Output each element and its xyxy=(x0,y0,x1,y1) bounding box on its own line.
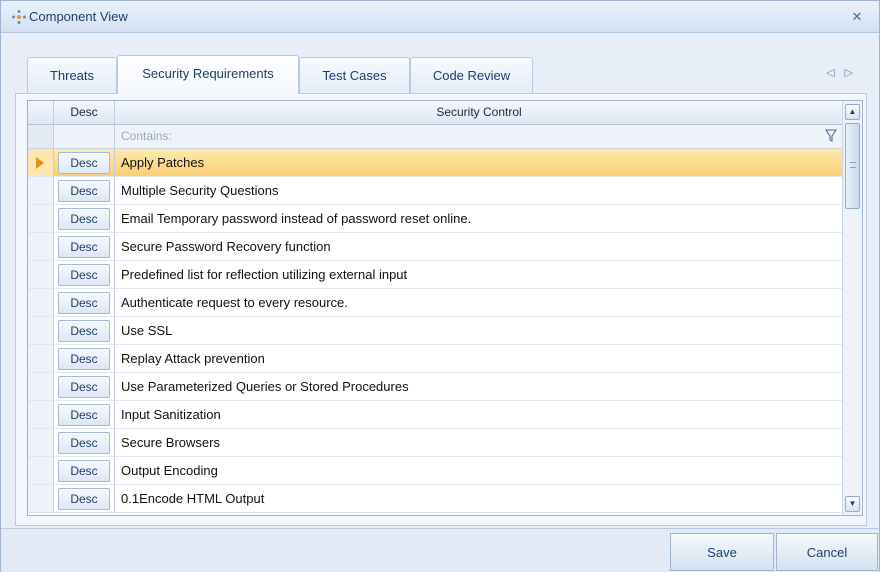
security-control-cell[interactable]: Input Sanitization xyxy=(115,401,843,428)
component-icon xyxy=(12,10,26,24)
desc-cell: Desc xyxy=(54,233,115,260)
tab-strip: Threats Security Requirements Test Cases… xyxy=(27,55,867,94)
security-control-cell[interactable]: 0.1Encode HTML Output xyxy=(115,485,843,512)
desc-cell: Desc xyxy=(54,457,115,484)
row-indicator-cell[interactable] xyxy=(28,289,54,316)
header-desc[interactable]: Desc xyxy=(54,101,115,124)
desc-cell: Desc xyxy=(54,149,115,176)
save-button[interactable]: Save xyxy=(670,533,774,571)
scroll-thumb[interactable] xyxy=(845,123,860,209)
row-indicator-cell[interactable] xyxy=(28,429,54,456)
security-control-cell[interactable]: Multiple Security Questions xyxy=(115,177,843,204)
security-control-cell[interactable]: Output Encoding xyxy=(115,457,843,484)
desc-cell: Desc xyxy=(54,261,115,288)
row-indicator-cell[interactable] xyxy=(28,401,54,428)
desc-button[interactable]: Desc xyxy=(58,487,110,510)
title-bar: Component View ✕ xyxy=(1,1,879,33)
window-title: Component View xyxy=(29,9,128,24)
security-control-cell[interactable]: Secure Password Recovery function xyxy=(115,233,843,260)
desc-button[interactable]: Desc xyxy=(58,459,110,482)
table-row[interactable]: Desc Output Encoding xyxy=(28,457,843,485)
security-control-cell[interactable]: Replay Attack prevention xyxy=(115,345,843,372)
row-indicator-cell[interactable] xyxy=(28,149,54,176)
desc-button[interactable]: Desc xyxy=(58,347,110,370)
row-indicator-cell[interactable] xyxy=(28,457,54,484)
filter-input[interactable]: Contains: xyxy=(115,125,843,148)
desc-button[interactable]: Desc xyxy=(58,151,110,174)
header-indicator-cell xyxy=(28,101,54,124)
filter-placeholder: Contains: xyxy=(121,129,172,143)
tab-test-cases[interactable]: Test Cases xyxy=(299,57,410,93)
desc-button[interactable]: Desc xyxy=(58,319,110,342)
security-control-cell[interactable]: Use Parameterized Queries or Stored Proc… xyxy=(115,373,843,400)
security-control-cell[interactable]: Secure Browsers xyxy=(115,429,843,456)
row-indicator-cell[interactable] xyxy=(28,485,54,512)
table-row[interactable]: Desc Secure Browsers xyxy=(28,429,843,457)
desc-cell: Desc xyxy=(54,485,115,512)
row-indicator-cell[interactable] xyxy=(28,205,54,232)
row-indicator-cell[interactable] xyxy=(28,233,54,260)
desc-cell: Desc xyxy=(54,317,115,344)
grid-rows: Desc Apply Patches Desc Multiple Security Q… xyxy=(28,149,843,513)
desc-cell: Desc xyxy=(54,345,115,372)
close-icon[interactable]: ✕ xyxy=(849,9,865,25)
header-security-control[interactable]: Security Control xyxy=(115,101,843,124)
tab-threats[interactable]: Threats xyxy=(27,57,117,93)
security-control-cell[interactable]: Email Temporary password instead of pass… xyxy=(115,205,843,232)
desc-button[interactable]: Desc xyxy=(58,263,110,286)
security-control-cell[interactable]: Authenticate request to every resource. xyxy=(115,289,843,316)
vertical-scrollbar[interactable]: ▲ ▼ xyxy=(842,101,862,515)
desc-button[interactable]: Desc xyxy=(58,403,110,426)
table-row[interactable]: Desc Apply Patches xyxy=(28,149,843,177)
filter-row: Contains: xyxy=(28,125,843,149)
tab-security-requirements[interactable]: Security Requirements xyxy=(117,55,299,94)
current-row-arrow-icon xyxy=(36,157,44,169)
table-row[interactable]: Desc Multiple Security Questions xyxy=(28,177,843,205)
row-indicator-cell[interactable] xyxy=(28,373,54,400)
desc-cell: Desc xyxy=(54,289,115,316)
table-row[interactable]: Desc Use SSL xyxy=(28,317,843,345)
filter-icon[interactable] xyxy=(825,129,837,143)
desc-cell: Desc xyxy=(54,429,115,456)
security-control-cell[interactable]: Apply Patches xyxy=(115,149,843,176)
scroll-up-button[interactable]: ▲ xyxy=(845,104,860,120)
security-controls-grid: Desc Security Control Contains: Desc Appl… xyxy=(27,100,863,516)
table-row[interactable]: Desc Predefined list for reflection utili… xyxy=(28,261,843,289)
table-row[interactable]: Desc Replay Attack prevention xyxy=(28,345,843,373)
table-row[interactable]: Desc Email Temporary password instead of … xyxy=(28,205,843,233)
scroll-down-button[interactable]: ▼ xyxy=(845,496,860,512)
desc-cell: Desc xyxy=(54,177,115,204)
tab-scroll-arrows[interactable]: ◁▷ xyxy=(826,66,863,79)
filter-indicator-cell xyxy=(28,125,54,148)
component-view-window: Component View ✕ Threats Security Requir… xyxy=(0,0,880,572)
grid-header: Desc Security Control xyxy=(28,101,843,125)
desc-button[interactable]: Desc xyxy=(58,431,110,454)
desc-button[interactable]: Desc xyxy=(58,207,110,230)
table-row[interactable]: Desc Secure Password Recovery function xyxy=(28,233,843,261)
desc-cell: Desc xyxy=(54,401,115,428)
table-row[interactable]: Desc Authenticate request to every resour… xyxy=(28,289,843,317)
tab-code-review[interactable]: Code Review xyxy=(410,57,533,93)
row-indicator-cell[interactable] xyxy=(28,261,54,288)
desc-cell: Desc xyxy=(54,373,115,400)
cancel-button[interactable]: Cancel xyxy=(776,533,878,571)
dialog-footer: Save Cancel xyxy=(1,528,879,572)
table-row[interactable]: Desc Input Sanitization xyxy=(28,401,843,429)
table-row[interactable]: Desc Use Parameterized Queries or Stored … xyxy=(28,373,843,401)
filter-desc-cell xyxy=(54,125,115,148)
desc-cell: Desc xyxy=(54,205,115,232)
desc-button[interactable]: Desc xyxy=(58,375,110,398)
desc-button[interactable]: Desc xyxy=(58,179,110,202)
row-indicator-cell[interactable] xyxy=(28,345,54,372)
table-row[interactable]: Desc 0.1Encode HTML Output xyxy=(28,485,843,513)
security-control-cell[interactable]: Predefined list for reflection utilizing… xyxy=(115,261,843,288)
security-control-cell[interactable]: Use SSL xyxy=(115,317,843,344)
row-indicator-cell[interactable] xyxy=(28,317,54,344)
thumb-grip xyxy=(850,162,856,168)
desc-button[interactable]: Desc xyxy=(58,235,110,258)
desc-button[interactable]: Desc xyxy=(58,291,110,314)
row-indicator-cell[interactable] xyxy=(28,177,54,204)
